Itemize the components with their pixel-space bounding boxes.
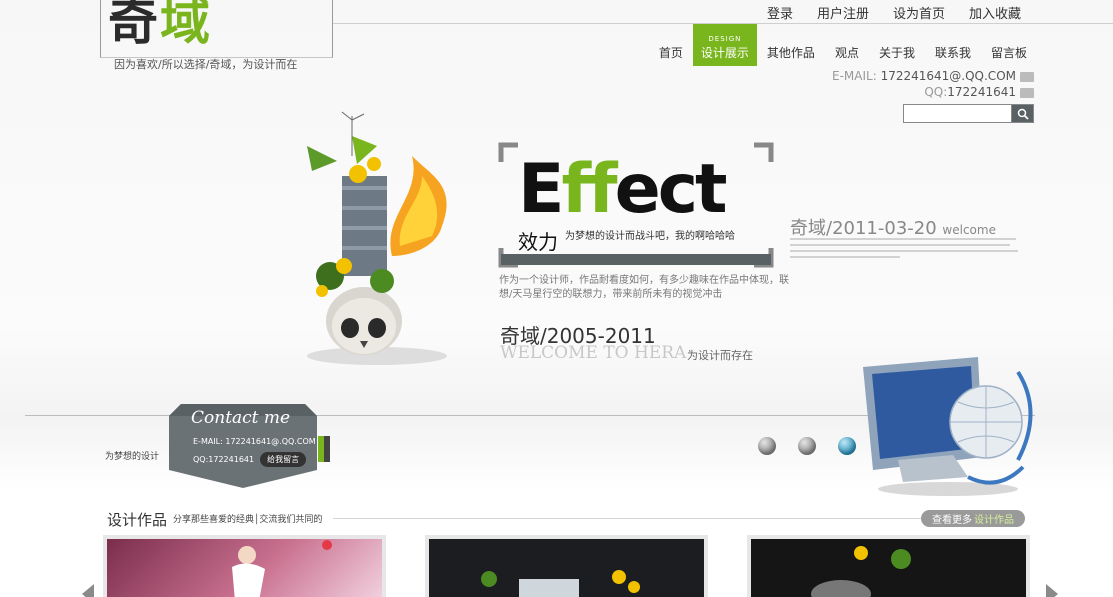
date-text: 奇域/2011-03-20 [790,218,937,239]
work-image-3 [751,539,1026,597]
more-works-button[interactable]: 查看更多 设计作品 [921,510,1025,527]
logo-char-1: 奇 [108,0,160,51]
user-icon [1020,87,1034,98]
site-slogan: 因为喜欢/所以选择/奇域，为设计而在 [114,58,298,71]
nav-sublabel: DESIGN [708,35,742,43]
more-prefix: 查看更多 [932,515,972,526]
qq-label: QQ: [924,85,948,99]
nav-item-views[interactable]: 观点 [825,24,869,66]
work-thumbnail-1[interactable] [103,535,386,597]
nav-label: 关于我 [878,46,915,60]
email-label: E-MAIL: [832,69,877,83]
card-qq: QQ:172241641 [193,455,255,464]
main-nav: 首页 DESIGN 设计展示 其他作品 观点 关于我 联系我 留言板 [649,24,1037,66]
set-homepage-link[interactable]: 设为首页 [881,3,957,22]
work-image-1 [107,539,382,597]
works-next-arrow[interactable] [1046,584,1058,597]
nav-label: 设计展示 [700,46,749,60]
nav-item-other-works[interactable]: 其他作品 [757,24,825,66]
welcome-tagline: 为设计而存在 [687,349,753,362]
login-link[interactable]: 登录 [755,3,805,22]
work-figure [232,540,332,597]
effect-cn-label: 效力 [518,230,558,254]
more-suffix: 设计作品 [974,515,1014,526]
effect-part-3: ect [614,150,728,229]
monitor-globe-illustration [863,357,1033,496]
effect-part-2: ff [561,150,617,229]
nav-item-guestbook[interactable]: 留言板 [981,24,1037,66]
effect-headline: Effect [518,150,728,229]
nav-label: 其他作品 [766,46,815,60]
nav-item-home[interactable]: 首页 [649,24,693,66]
header-contact: E-MAIL: 172241641@.QQ.COM QQ:172241641 [832,68,1034,100]
nav-label: 观点 [834,46,859,60]
nav-label: 联系我 [934,46,971,60]
contact-title: Contact me [191,408,291,428]
date-heading: 奇域/2011-03-20 welcome [790,214,996,240]
site-logo[interactable]: 奇域 [108,0,212,52]
works-title: 设计作品 [107,511,168,529]
nav-label: 留言板 [990,46,1027,60]
works-divider [333,518,923,519]
search-icon [1017,108,1029,120]
slide-dot-3[interactable] [838,437,856,455]
fine-print-placeholder [790,238,1018,258]
intro-paragraph: 作为一个设计师，作品耐看度如何，有多少趣味在作品中体现，联想/天马星行空的联想力… [499,275,789,300]
work-thumbnail-3[interactable] [747,535,1030,597]
effect-tagline: 为梦想的设计而战斗吧，我的啊哈哈哈 [565,231,735,242]
logo-char-2: 域 [160,0,212,51]
welcome-heading: WELCOME TO HERA [500,343,687,363]
effect-part-1: E [518,150,564,229]
work-figure [481,570,640,597]
hero-illustration [307,111,447,365]
card-email: E-MAIL: 172241641@.QQ.COM [193,437,316,446]
search-button[interactable] [1012,105,1033,122]
search-input[interactable] [904,105,1012,122]
work-figure [811,546,911,597]
work-thumbnail-2[interactable] [425,535,708,597]
email-value: 172241641@.QQ.COM [880,69,1016,83]
mail-icon [1020,71,1034,82]
accent-chip [318,436,330,462]
works-prev-arrow[interactable] [82,584,94,597]
band-dream-text: 为梦想的设计 [105,452,160,462]
qq-value: 172241641 [947,85,1016,99]
leave-message-button[interactable]: 给我留言 [260,452,307,467]
top-links: 登录 用户注册 设为首页 加入收藏 [755,3,1033,22]
nav-label: 首页 [658,46,683,60]
work-image-2 [429,539,704,597]
nav-item-about[interactable]: 关于我 [869,24,925,66]
add-favorite-link[interactable]: 加入收藏 [957,3,1033,22]
slide-dot-1[interactable] [758,437,776,455]
slide-dot-2[interactable] [798,437,816,455]
works-subtitle: 分享那些喜爱的经典│交流我们共同的 [173,515,323,525]
register-link[interactable]: 用户注册 [805,3,881,22]
date-welcome: welcome [942,223,996,237]
nav-item-design[interactable]: DESIGN 设计展示 [692,24,757,66]
nav-item-contact[interactable]: 联系我 [925,24,981,66]
card-qq-row: QQ:172241641 给我留言 [193,452,307,467]
search-box [903,104,1034,123]
